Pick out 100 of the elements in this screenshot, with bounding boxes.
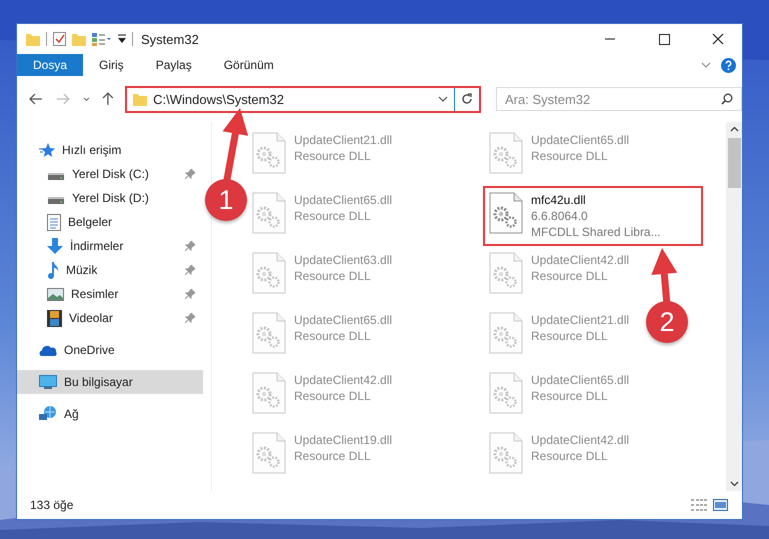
file-name: UpdateClient21.dll <box>294 132 392 148</box>
sidebar-label: Ağ <box>64 407 79 421</box>
search-icon <box>721 93 733 105</box>
chevron-down-icon[interactable] <box>82 96 90 102</box>
sidebar-label: Bu bilgisayar <box>64 375 133 389</box>
sidebar-label: OneDrive <box>64 343 115 357</box>
sidebar-item[interactable]: OneDrive <box>17 338 203 362</box>
gear-file-icon <box>489 252 523 294</box>
chevron-down-icon[interactable] <box>438 96 448 102</box>
file-detail: 6.6.8064.0 <box>531 208 589 224</box>
sidebar-label: Belgeler <box>68 215 112 229</box>
address-bar[interactable]: C:\Windows\System32 <box>125 86 481 112</box>
folder-icon <box>133 92 148 106</box>
file-detail: Resource DLL <box>294 448 372 464</box>
file-name: UpdateClient65.dll <box>531 132 630 148</box>
gear-file-icon <box>252 432 286 474</box>
gear-file-icon <box>489 432 523 474</box>
gear-file-icon <box>252 132 286 174</box>
search-field[interactable]: Ara: System32 <box>496 87 742 111</box>
star-icon <box>39 142 55 158</box>
network-icon <box>39 406 57 422</box>
file-name: UpdateClient19.dll <box>294 432 392 448</box>
file-name: UpdateClient42.dll <box>294 372 392 388</box>
sidebar-item[interactable]: Yerel Disk (C:) <box>17 162 203 186</box>
maximize-icon[interactable] <box>658 33 670 45</box>
file-detail: Resource DLL <box>531 268 609 284</box>
cloud-icon <box>39 344 57 356</box>
scroll-down-icon[interactable] <box>730 481 738 487</box>
file-detail: Resource DLL <box>294 208 372 224</box>
sidebar-label: Videolar <box>69 311 113 325</box>
sidebar-item[interactable]: İndirmeler <box>17 234 203 258</box>
sidebar-item[interactable]: Videolar <box>17 306 203 330</box>
file-name: UpdateClient65.dll <box>294 192 392 208</box>
sidebar-label: İndirmeler <box>70 239 124 253</box>
back-arrow-icon[interactable] <box>29 93 43 105</box>
file-detail: Resource DLL <box>531 448 609 464</box>
large-icons-view-icon[interactable] <box>713 499 728 511</box>
film-icon <box>47 310 62 326</box>
file-detail: Resource DLL <box>294 328 372 344</box>
file-name: UpdateClient21.dll <box>531 312 630 328</box>
sidebar-label: Yerel Disk (C:) <box>72 167 149 181</box>
file-detail: Resource DLL <box>294 268 372 284</box>
gear-file-icon <box>252 312 286 354</box>
gear-file-icon <box>489 312 523 354</box>
file-name: UpdateClient63.dll <box>294 252 392 268</box>
down-arrow-icon <box>47 238 63 254</box>
sidebar-item[interactable]: Bu bilgisayar <box>17 370 203 394</box>
file-name: UpdateClient42.dll <box>531 252 630 268</box>
sidebar-label: Hızlı erişim <box>62 143 122 157</box>
pin-icon[interactable] <box>185 169 195 179</box>
gear-file-icon <box>489 132 523 174</box>
close-icon[interactable] <box>712 33 724 45</box>
gear-file-icon <box>252 192 286 234</box>
pin-icon[interactable] <box>185 313 195 323</box>
ribbon-tab[interactable]: Görünüm <box>208 54 290 76</box>
file-detail: Resource DLL <box>531 388 609 404</box>
item-count: 133 öğe <box>30 498 74 512</box>
scroll-up-icon[interactable] <box>730 126 738 132</box>
properties-icon[interactable] <box>53 32 66 46</box>
file-name: UpdateClient65.dll <box>531 372 630 388</box>
sidebar-label: Yerel Disk (D:) <box>72 191 149 205</box>
gear-file-icon <box>252 372 286 414</box>
pin-icon[interactable] <box>185 289 195 299</box>
sidebar-item[interactable]: Resimler <box>17 282 203 306</box>
sidebar-item[interactable]: Yerel Disk (D:) <box>17 186 203 210</box>
music-note-icon <box>47 262 59 278</box>
computer-icon <box>39 374 57 390</box>
gear-file-icon <box>489 372 523 414</box>
file-detail: Resource DLL <box>531 328 609 344</box>
up-arrow-icon[interactable] <box>102 92 114 106</box>
gear-file-icon <box>489 192 523 234</box>
file-name: UpdateClient42.dll <box>531 432 630 448</box>
sidebar-item[interactable]: Müzik <box>17 258 203 282</box>
sidebar-label: Resimler <box>71 287 118 301</box>
folder-icon <box>26 32 40 46</box>
sidebar-item[interactable]: Belgeler <box>17 210 203 234</box>
file-detail: Resource DLL <box>531 148 609 164</box>
scrollbar-thumb[interactable] <box>728 138 740 188</box>
ribbon-tab[interactable]: Dosya <box>17 54 84 76</box>
pin-icon[interactable] <box>185 241 195 251</box>
file-detail: Resource DLL <box>294 148 372 164</box>
sidebar-label: Müzik <box>66 263 98 277</box>
view-options-icon[interactable] <box>92 32 112 46</box>
sidebar-item[interactable]: Hızlı erişim <box>17 138 203 162</box>
file-detail: Resource DLL <box>294 388 372 404</box>
dropdown-icon[interactable] <box>118 34 126 44</box>
details-view-icon[interactable] <box>691 499 707 511</box>
file-detail: MFCDLL Shared Libra... <box>531 224 661 240</box>
document-icon <box>47 214 61 230</box>
file-name: UpdateClient65.dll <box>294 312 392 328</box>
sidebar-item[interactable]: Ağ <box>17 402 203 426</box>
help-icon[interactable] <box>721 58 736 72</box>
refresh-icon[interactable] <box>461 93 473 105</box>
window-title: System32 <box>141 32 199 46</box>
file-tile[interactable]: mfc42u.dll 6.6.8064.0 MFCDLL Shared Libra... <box>483 186 703 246</box>
pin-icon[interactable] <box>185 265 195 275</box>
address-path: C:\Windows\System32 <box>153 92 284 106</box>
file-name: mfc42u.dll <box>531 192 587 208</box>
ribbon-tab[interactable]: Paylaş <box>140 54 208 76</box>
ribbon-tab[interactable]: Giriş <box>83 54 140 76</box>
